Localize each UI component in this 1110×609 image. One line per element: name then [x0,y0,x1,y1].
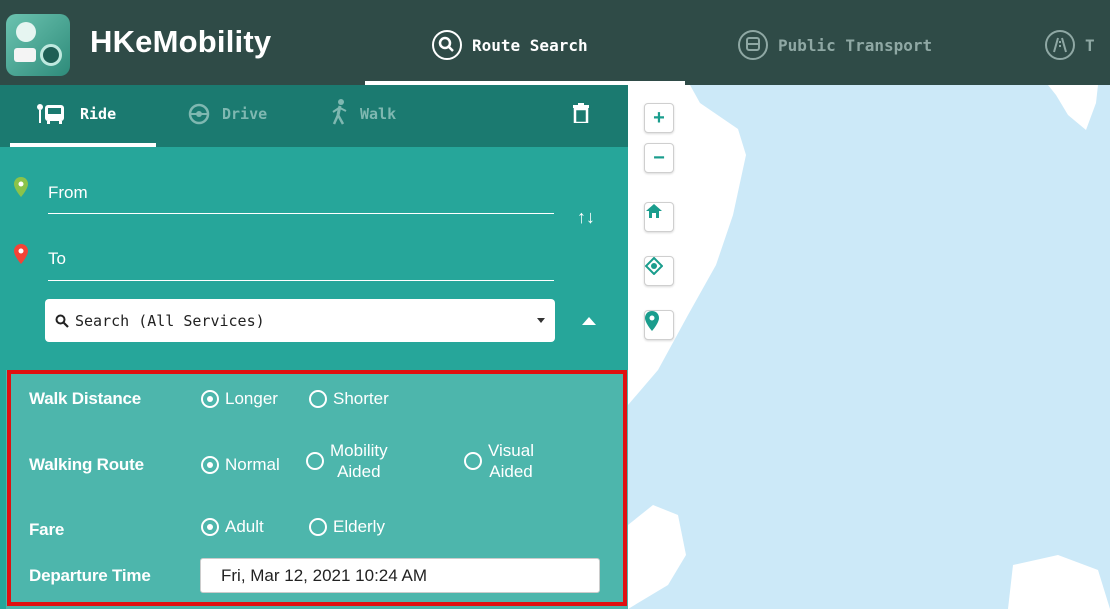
app-logo[interactable] [6,14,70,76]
to-underline [48,280,554,281]
minus-icon: − [653,146,665,169]
mode-tab-active-indicator [10,143,156,147]
map-pin-icon [645,311,659,331]
map-canvas [628,85,1110,609]
plus-icon: + [653,106,665,129]
mode-tab-bar: Ride Drive Walk [0,85,628,147]
swap-locations-button[interactable]: ↑↓ [577,207,595,228]
nav-third-label: T [1085,35,1095,55]
app-name: HKeMobility [90,24,272,59]
trash-icon [573,103,589,125]
app-header: HKeMobility Route Search Public Transpor… [0,0,1110,85]
clear-button[interactable] [573,103,589,128]
tab-drive-label: Drive [222,105,268,123]
home-icon [646,204,662,218]
collapse-options-button[interactable] [582,317,596,325]
to-pin-icon [14,244,28,269]
home-button[interactable] [644,202,674,232]
nav-route-search-label: Route Search [472,35,588,55]
nav-route-search[interactable]: Route Search [432,27,588,63]
map-view[interactable]: + − [628,85,1110,609]
service-select[interactable]: Search (All Services) [45,299,555,342]
search-icon [55,314,69,328]
tab-walk[interactable]: Walk [330,99,397,125]
nav-public-transport-label: Public Transport [778,35,933,55]
from-field[interactable]: From [48,183,88,203]
tab-drive[interactable]: Drive [188,103,267,125]
to-field[interactable]: To [48,249,66,269]
pin-button[interactable] [644,310,674,340]
bus-icon [738,30,768,60]
highlight-frame [7,370,627,606]
nav-third[interactable]: T [1045,27,1095,63]
from-underline [48,213,554,214]
search-icon [432,30,462,60]
road-icon [1045,30,1075,60]
chevron-down-icon [537,318,545,323]
swap-icon: ↑↓ [577,207,595,227]
steering-wheel-icon [188,103,210,125]
service-select-value: Search (All Services) [75,311,265,330]
zoom-in-button[interactable]: + [644,103,674,133]
locate-icon [645,257,663,275]
bus-stop-icon [37,104,64,124]
locate-button[interactable] [644,256,674,286]
walking-person-icon [332,99,347,125]
from-pin-icon [14,177,28,202]
tab-walk-label: Walk [360,105,397,123]
tab-ride[interactable]: Ride [36,103,116,125]
nav-public-transport[interactable]: Public Transport [738,27,932,63]
zoom-out-button[interactable]: − [644,143,674,173]
tab-ride-label: Ride [80,105,117,123]
